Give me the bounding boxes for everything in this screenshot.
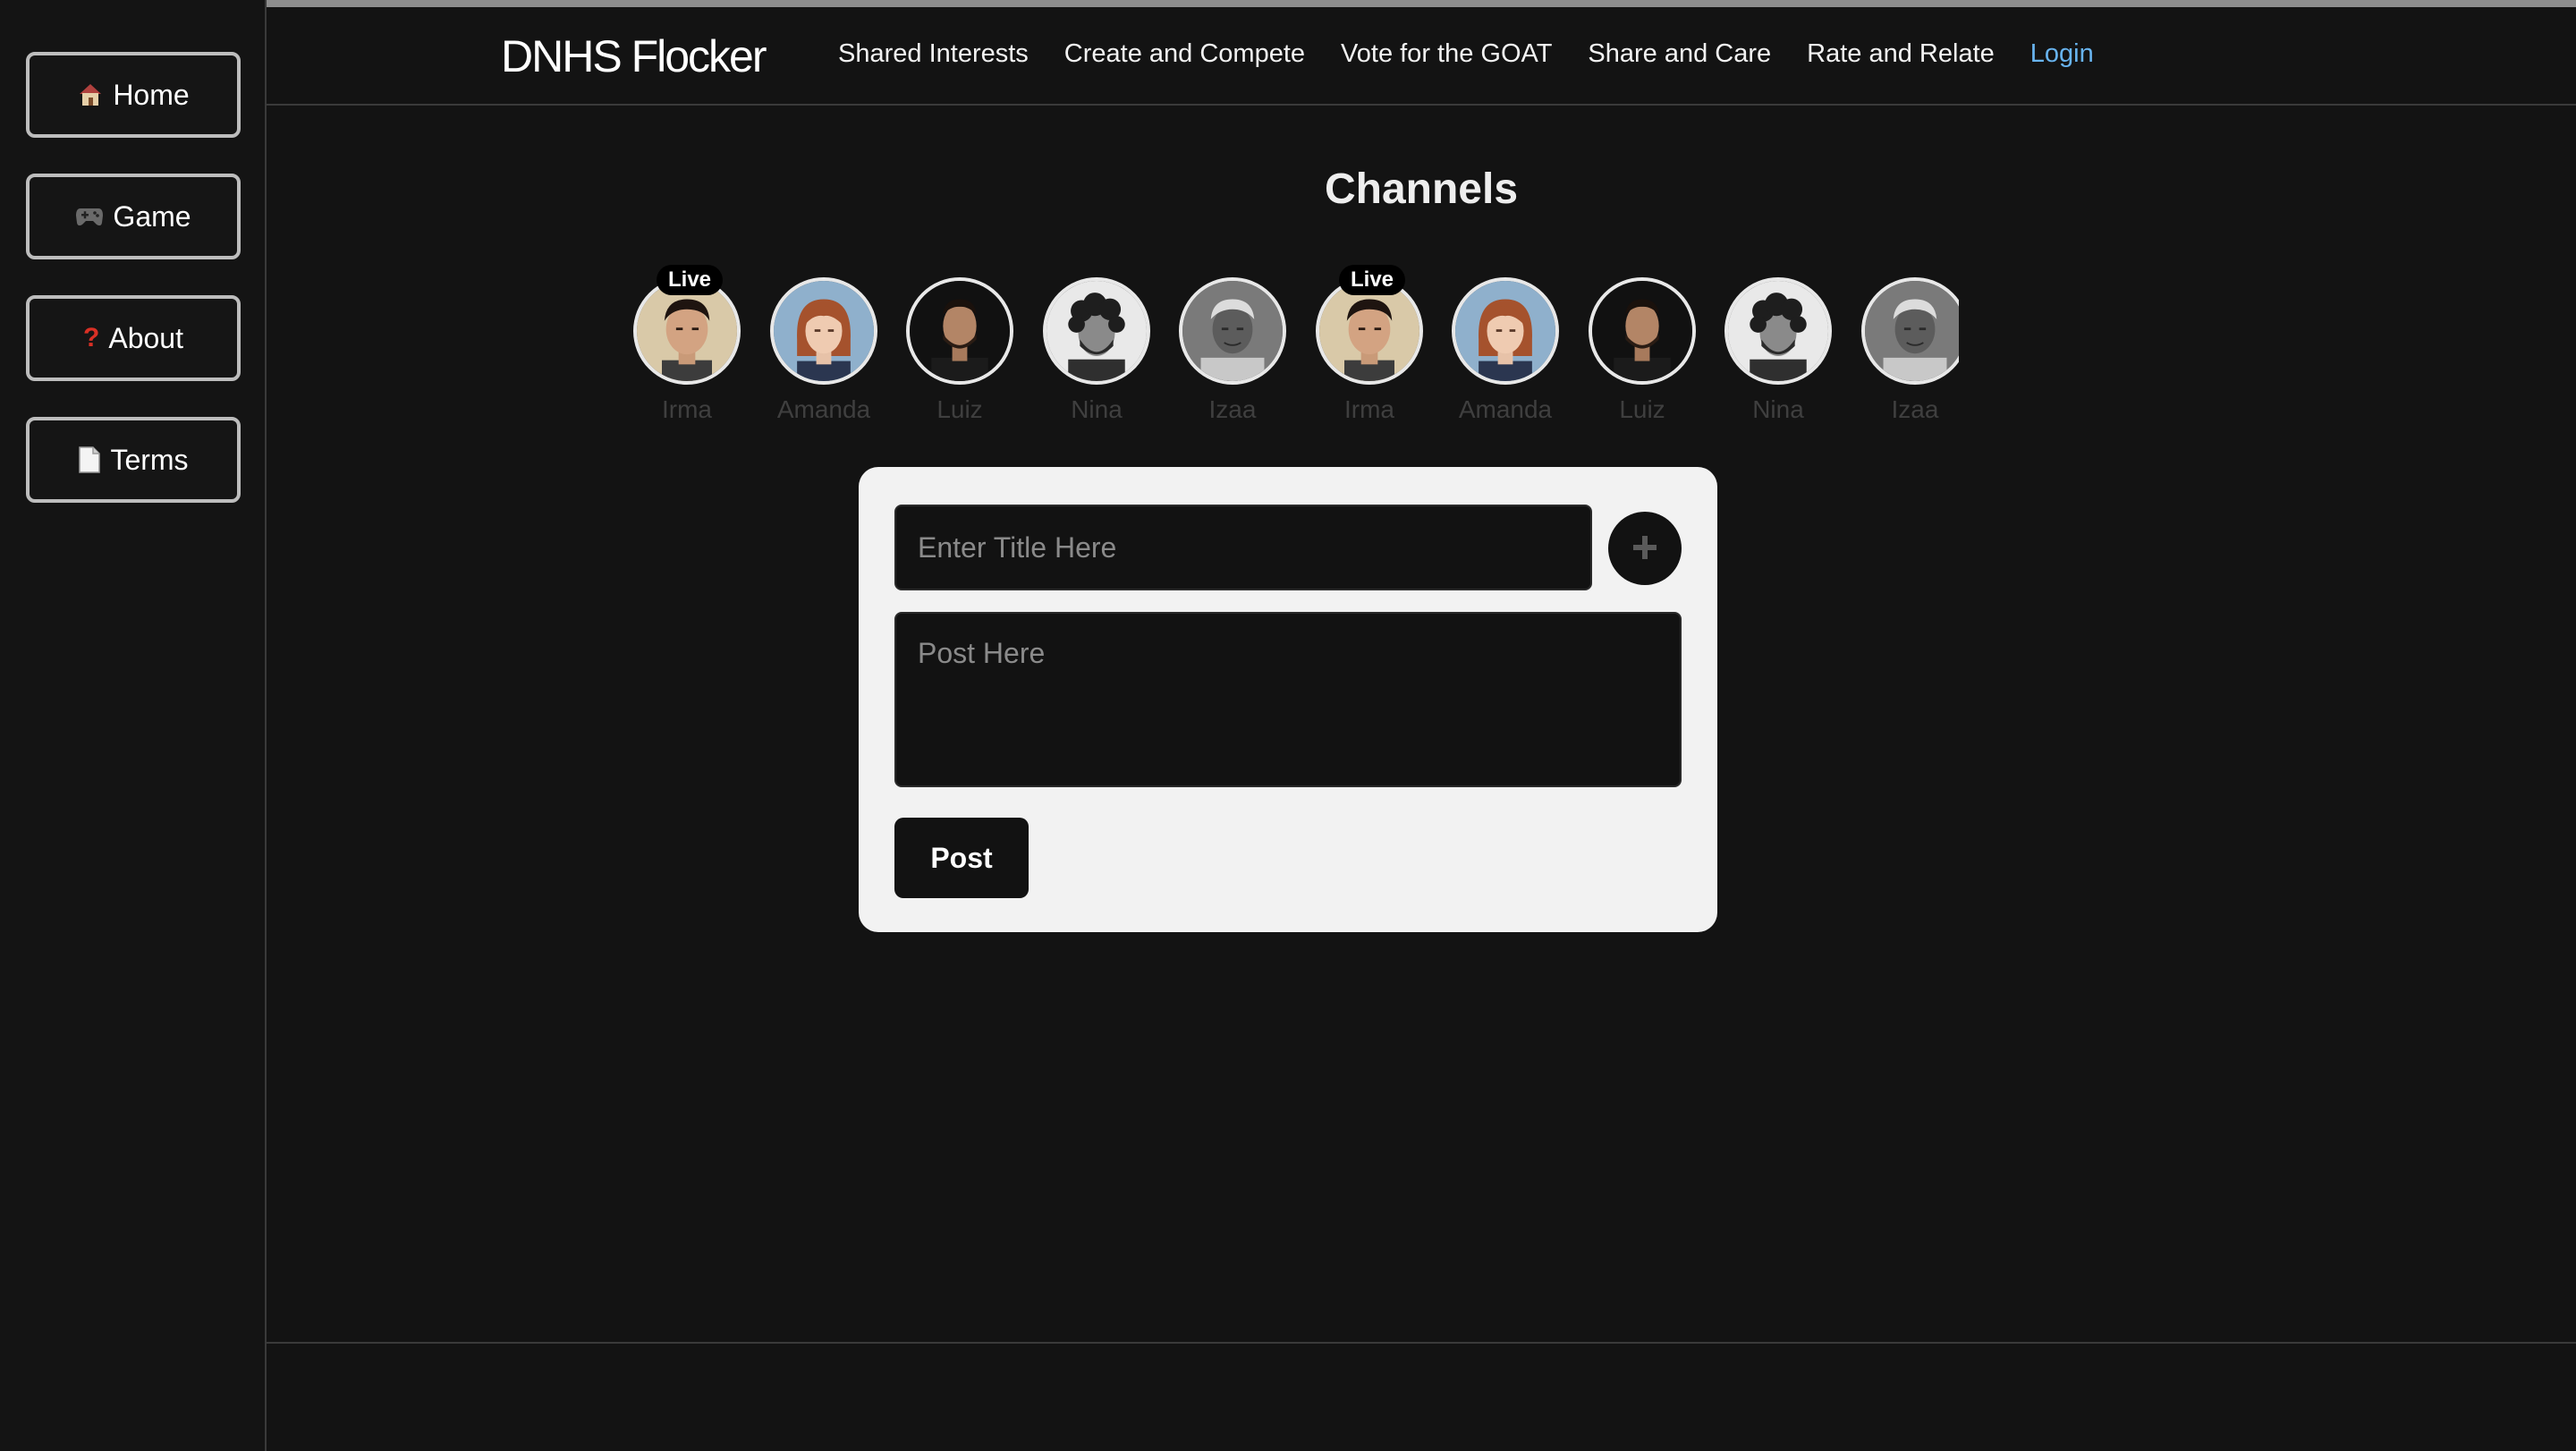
channel-item[interactable]: Izaa: [1860, 265, 1959, 435]
post-submit-button[interactable]: Post: [894, 818, 1029, 898]
avatar-portrait-icon: [637, 281, 737, 381]
avatar: [770, 277, 877, 385]
avatar: [1861, 277, 1959, 385]
house-icon: [77, 81, 104, 108]
post-form-card: Post: [859, 467, 1717, 932]
avatar: [1724, 277, 1832, 385]
post-title-input[interactable]: [894, 505, 1592, 590]
sidebar-item-label: About: [108, 321, 183, 354]
channel-item[interactable]: Nina: [1723, 265, 1834, 435]
channel-item[interactable]: Izaa: [1177, 265, 1288, 435]
live-badge: Live: [657, 265, 723, 295]
sidebar-item-label: Terms: [110, 443, 189, 476]
add-button[interactable]: [1608, 512, 1682, 585]
avatar: [906, 277, 1013, 385]
avatar-portrait-icon: [1865, 281, 1959, 381]
channel-name: Amanda: [776, 395, 871, 423]
top-progress-strip: [267, 0, 2576, 7]
channel-item[interactable]: Amanda: [1450, 265, 1561, 435]
sidebar-item-game[interactable]: Game: [26, 174, 241, 259]
sidebar-item-label: Home: [113, 78, 190, 111]
footer-divider: [267, 1342, 2576, 1344]
channel-item[interactable]: Luiz: [1587, 265, 1698, 435]
nav-shared-interests[interactable]: Shared Interests: [838, 39, 1029, 69]
nav-vote-for-the-goat[interactable]: Vote for the GOAT: [1341, 39, 1552, 69]
avatar: [1589, 277, 1696, 385]
channel-item[interactable]: Luiz: [904, 265, 1015, 435]
channel-name: Izaa: [1891, 395, 1939, 423]
channel-item[interactable]: Live Irma: [631, 265, 742, 435]
gamepad-icon: [75, 205, 104, 228]
channel-item[interactable]: Nina: [1041, 265, 1152, 435]
avatar-portrait-icon: [774, 281, 874, 381]
avatar: [1179, 277, 1286, 385]
live-badge: Live: [1339, 265, 1405, 295]
channel-name: Izaa: [1208, 395, 1257, 423]
sidebar-item-home[interactable]: Home: [26, 52, 241, 138]
channel-name: Nina: [1752, 395, 1804, 423]
avatar: [1452, 277, 1559, 385]
channel-name: Nina: [1071, 395, 1123, 423]
nav-login[interactable]: Login: [2030, 39, 2094, 69]
main-nav: Shared Interests Create and Compete Vote…: [838, 39, 2094, 69]
sidebar-item-label: Game: [113, 199, 191, 233]
nav-rate-and-relate[interactable]: Rate and Relate: [1807, 39, 1995, 69]
channels-title: Channels: [1324, 165, 1519, 213]
nav-create-and-compete[interactable]: Create and Compete: [1064, 39, 1305, 69]
avatar-portrait-icon: [1046, 281, 1147, 381]
channels-strip: Live Irma Amanda Luiz Nina Izaa Live Irm…: [631, 265, 1959, 435]
question-icon: ?: [83, 323, 100, 352]
top-navbar: DNHS Flocker Shared Interests Create and…: [267, 7, 2576, 106]
document-icon: [78, 446, 101, 473]
avatar: [1043, 277, 1150, 385]
avatar-portrait-icon: [910, 281, 1010, 381]
post-body-input[interactable]: [894, 612, 1682, 787]
channel-item[interactable]: Live Irma: [1314, 265, 1425, 435]
avatar-portrait-icon: [1182, 281, 1283, 381]
plus-icon: [1631, 533, 1659, 564]
channel-name: Luiz: [1619, 395, 1665, 423]
avatar-portrait-icon: [1455, 281, 1555, 381]
channel-name: Luiz: [936, 395, 983, 423]
avatar-portrait-icon: [1319, 281, 1419, 381]
nav-share-and-care[interactable]: Share and Care: [1588, 39, 1771, 69]
channel-name: Irma: [662, 395, 712, 423]
channel-name: Amanda: [1458, 395, 1553, 423]
sidebar-item-about[interactable]: ? About: [26, 295, 241, 381]
avatar-portrait-icon: [1728, 281, 1828, 381]
sidebar-item-terms[interactable]: Terms: [26, 417, 241, 503]
sidebar: Home Game ? About Terms: [0, 0, 267, 1451]
channel-item[interactable]: Amanda: [768, 265, 879, 435]
brand-logo[interactable]: DNHS Flocker: [501, 30, 767, 82]
avatar-portrait-icon: [1592, 281, 1692, 381]
channel-name: Irma: [1344, 395, 1394, 423]
